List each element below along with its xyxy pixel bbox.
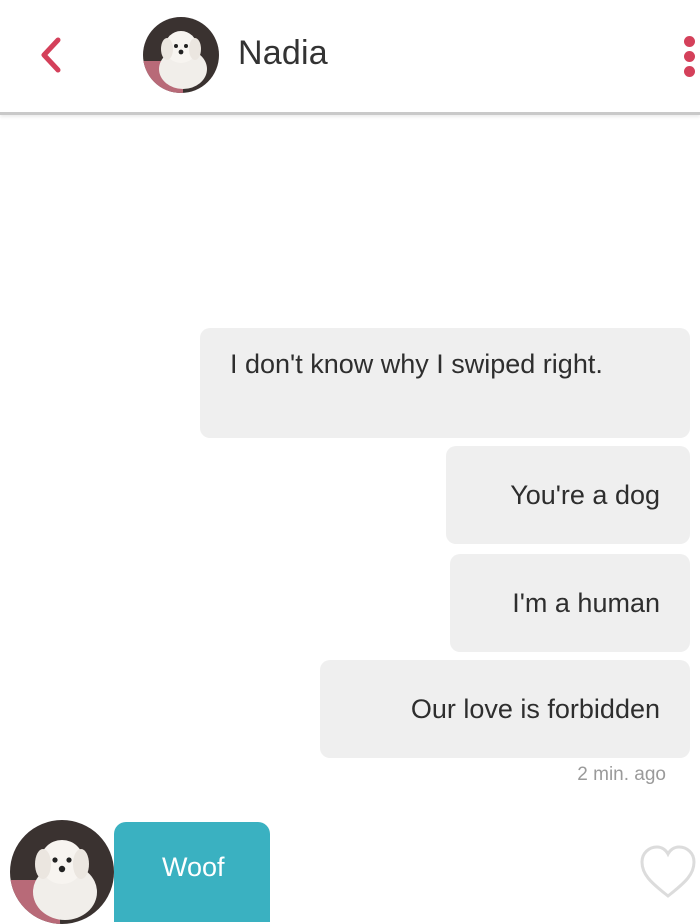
outgoing-message: Our love is forbidden	[320, 660, 690, 758]
more-dot	[684, 51, 695, 62]
message-timestamp: 2 min. ago	[577, 764, 666, 785]
contact-name[interactable]: Nadia	[238, 34, 328, 73]
incoming-message: Woof	[114, 822, 270, 922]
heart-outline-icon	[640, 845, 696, 898]
like-button[interactable]	[636, 838, 700, 904]
more-dot	[684, 36, 695, 47]
back-button[interactable]	[28, 30, 72, 80]
outgoing-message: I'm a human	[450, 554, 690, 652]
chevron-left-icon	[41, 37, 61, 73]
outgoing-message: You're a dog	[446, 446, 690, 544]
contact-avatar[interactable]	[143, 17, 219, 93]
dog-photo	[10, 820, 114, 924]
more-options-button[interactable]	[678, 30, 700, 80]
chat-header: Nadia	[0, 0, 700, 115]
more-dot	[684, 66, 695, 77]
outgoing-message: I don't know why I swiped right.	[200, 328, 690, 438]
sender-avatar[interactable]	[10, 820, 114, 924]
dog-photo	[143, 17, 219, 93]
